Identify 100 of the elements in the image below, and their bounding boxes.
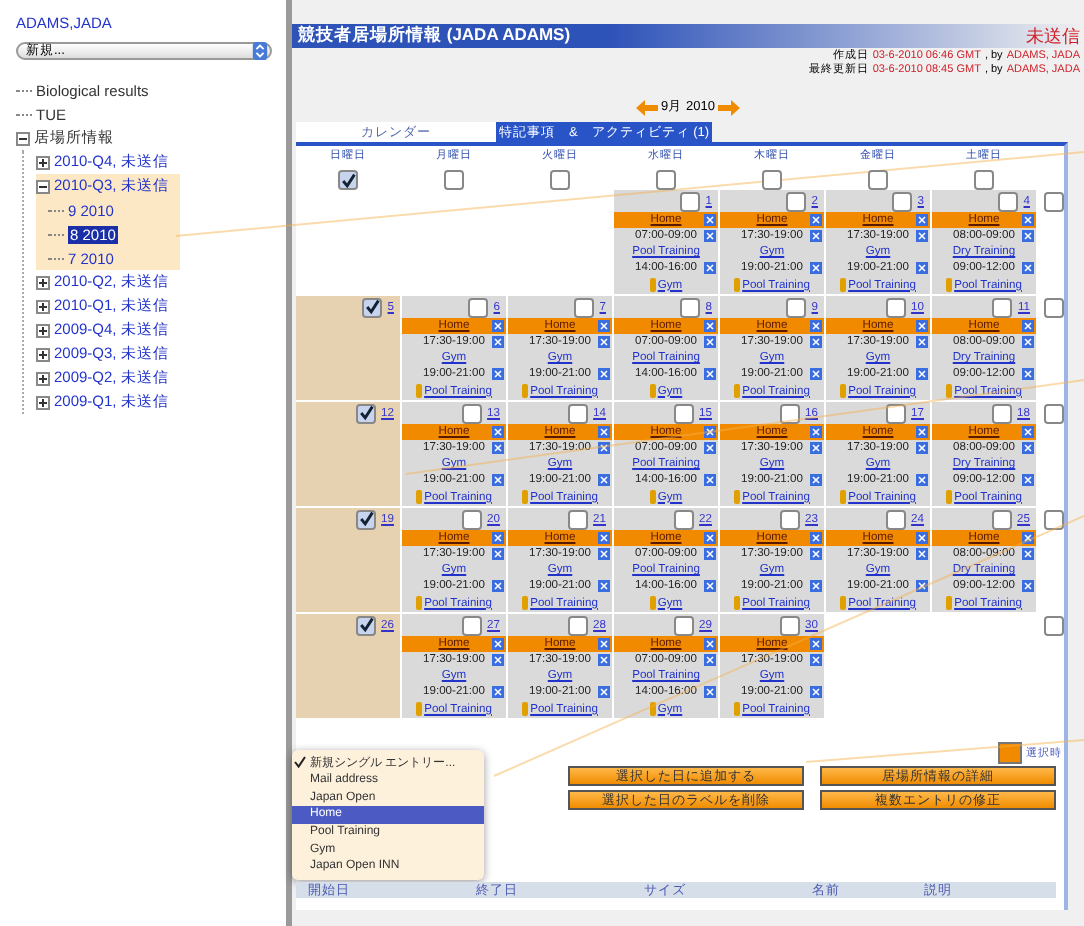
checkbox[interactable] — [991, 509, 1012, 529]
checkbox[interactable] — [461, 615, 482, 635]
remove-icon[interactable] — [704, 474, 716, 487]
checkbox[interactable] — [567, 403, 588, 423]
checkbox[interactable] — [785, 191, 806, 211]
checkbox[interactable] — [974, 170, 994, 190]
remove-icon[interactable] — [598, 474, 610, 487]
remove-icon[interactable] — [492, 580, 504, 593]
remove-icon[interactable] — [704, 320, 716, 332]
checkbox[interactable] — [891, 191, 912, 211]
remove-icon[interactable] — [704, 230, 716, 243]
remove-icon[interactable] — [1022, 532, 1034, 544]
checkbox[interactable] — [461, 509, 482, 529]
checkbox[interactable] — [885, 509, 906, 529]
remove-icon[interactable] — [916, 336, 928, 349]
tree-toggle-icon[interactable] — [36, 299, 50, 313]
tree-toggle-icon[interactable] — [36, 275, 50, 289]
remove-icon[interactable] — [1022, 320, 1034, 332]
remove-icon[interactable] — [810, 686, 822, 699]
remove-icon[interactable] — [916, 532, 928, 544]
checkbox[interactable] — [567, 509, 588, 529]
remove-icon[interactable] — [810, 230, 822, 243]
remove-icon[interactable] — [810, 474, 822, 487]
remove-icon[interactable] — [704, 262, 716, 275]
remove-icon[interactable] — [704, 654, 716, 667]
checkbox[interactable] — [673, 403, 694, 423]
checkbox[interactable] — [779, 403, 800, 423]
remove-icon[interactable] — [916, 580, 928, 593]
remove-icon[interactable] — [916, 442, 928, 455]
remove-icon[interactable] — [810, 548, 822, 561]
tree-toggle-icon[interactable] — [36, 179, 50, 193]
tree-toggle-icon[interactable] — [16, 131, 30, 145]
checkbox[interactable] — [991, 297, 1012, 317]
remove-icon[interactable] — [704, 336, 716, 349]
remove-icon[interactable] — [1022, 230, 1034, 243]
remove-icon[interactable] — [1022, 580, 1034, 593]
remove-icon[interactable] — [810, 580, 822, 593]
tree-toggle-icon[interactable] — [36, 371, 50, 385]
remove-icon[interactable] — [1022, 336, 1034, 349]
remove-icon[interactable] — [598, 638, 610, 650]
remove-icon[interactable] — [916, 368, 928, 381]
remove-icon[interactable] — [1022, 214, 1034, 226]
remove-icon[interactable] — [598, 320, 610, 332]
checkbox[interactable] — [567, 615, 588, 635]
remove-icon[interactable] — [810, 214, 822, 226]
remove-icon[interactable] — [704, 368, 716, 381]
remove-icon[interactable] — [704, 548, 716, 561]
checkbox[interactable] — [1044, 616, 1064, 636]
tree-toggle-icon[interactable] — [36, 155, 50, 169]
checkbox[interactable] — [885, 297, 906, 317]
remove-icon[interactable] — [492, 686, 504, 699]
remove-icon[interactable] — [704, 214, 716, 226]
remove-icon[interactable] — [1022, 426, 1034, 438]
checkbox[interactable] — [679, 297, 700, 317]
remove-icon[interactable] — [492, 442, 504, 455]
remove-icon[interactable] — [492, 532, 504, 544]
remove-icon[interactable] — [810, 336, 822, 349]
remove-icon[interactable] — [810, 368, 822, 381]
checkbox[interactable] — [550, 170, 570, 190]
remove-icon[interactable] — [1022, 548, 1034, 561]
remove-icon[interactable] — [598, 654, 610, 667]
remove-icon[interactable] — [810, 426, 822, 438]
checkbox[interactable] — [868, 170, 888, 190]
checkbox[interactable] — [361, 297, 382, 317]
checkbox[interactable] — [762, 170, 782, 190]
checkbox[interactable] — [355, 509, 376, 529]
remove-icon[interactable] — [1022, 262, 1034, 275]
remove-icon[interactable] — [598, 442, 610, 455]
checkbox[interactable] — [467, 297, 488, 317]
remove-icon[interactable] — [704, 532, 716, 544]
remove-icon[interactable] — [598, 548, 610, 561]
remove-icon[interactable] — [916, 230, 928, 243]
remove-icon[interactable] — [598, 686, 610, 699]
remove-icon[interactable] — [810, 638, 822, 650]
remove-icon[interactable] — [598, 532, 610, 544]
checkbox[interactable] — [1044, 510, 1064, 530]
remove-icon[interactable] — [810, 320, 822, 332]
remove-icon[interactable] — [916, 548, 928, 561]
remove-icon[interactable] — [492, 368, 504, 381]
remove-icon[interactable] — [810, 262, 822, 275]
remove-icon[interactable] — [704, 426, 716, 438]
remove-icon[interactable] — [492, 654, 504, 667]
remove-icon[interactable] — [704, 686, 716, 699]
checkbox[interactable] — [785, 297, 806, 317]
checkbox[interactable] — [679, 191, 700, 211]
remove-icon[interactable] — [810, 654, 822, 667]
remove-icon[interactable] — [916, 320, 928, 332]
checkbox[interactable] — [444, 170, 464, 190]
checkbox[interactable] — [338, 170, 358, 190]
remove-icon[interactable] — [598, 580, 610, 593]
remove-icon[interactable] — [704, 580, 716, 593]
remove-icon[interactable] — [916, 214, 928, 226]
remove-icon[interactable] — [1022, 368, 1034, 381]
checkbox[interactable] — [1044, 192, 1064, 212]
checkbox[interactable] — [355, 403, 376, 423]
remove-icon[interactable] — [704, 442, 716, 455]
remove-icon[interactable] — [492, 426, 504, 438]
remove-icon[interactable] — [492, 336, 504, 349]
tree-toggle-icon[interactable] — [36, 347, 50, 361]
checkbox[interactable] — [461, 403, 482, 423]
